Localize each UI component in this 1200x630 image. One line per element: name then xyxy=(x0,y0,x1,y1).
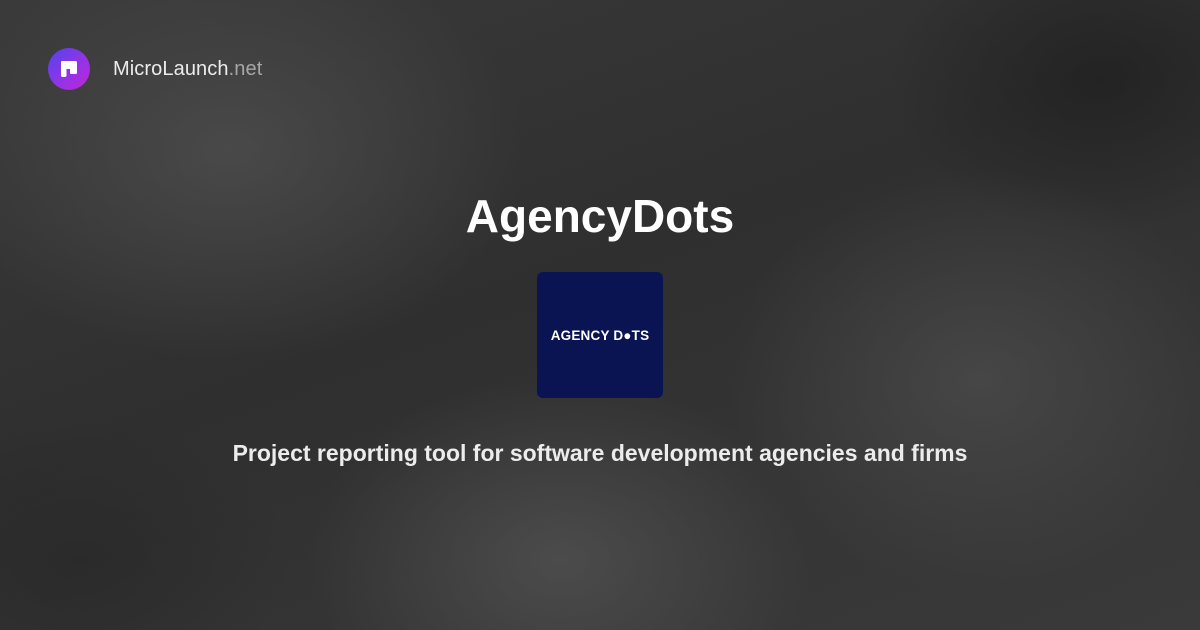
site-name: MicroLaunch.net xyxy=(113,58,262,81)
product-tagline: Project reporting tool for software deve… xyxy=(232,440,968,466)
site-name-tld: .net xyxy=(228,57,263,80)
product-logo: AGENCY D●TS xyxy=(537,272,663,398)
site-name-main: MicroLaunch xyxy=(113,57,229,80)
product-title: AgencyDots xyxy=(465,190,735,242)
product-logo-text: AGENCY D●TS xyxy=(550,327,650,343)
microlaunch-logo-icon xyxy=(48,48,90,90)
site-brand[interactable]: MicroLaunch.net xyxy=(48,48,262,90)
